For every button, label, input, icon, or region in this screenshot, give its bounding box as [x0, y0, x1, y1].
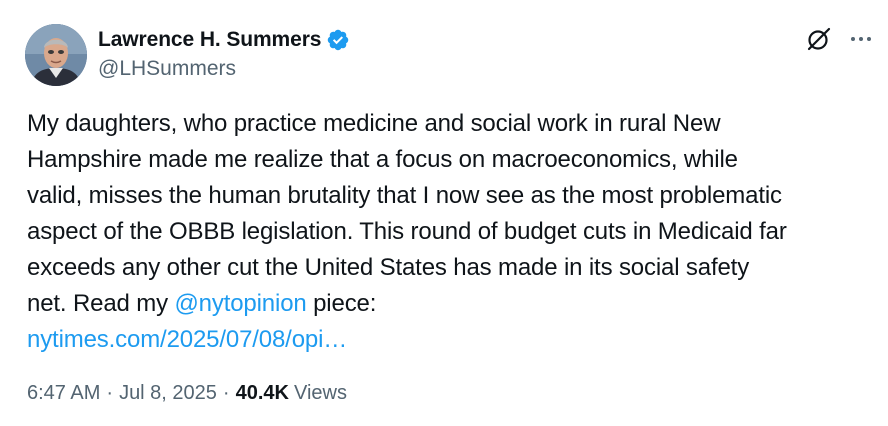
views-count: 40.4K — [235, 382, 289, 404]
tweet-text-line: My daughters, who practice medicine and … — [27, 106, 867, 142]
avatar[interactable] — [25, 24, 87, 86]
author-block: Lawrence H. Summers @LHSummers — [98, 26, 350, 81]
avatar-photo — [25, 24, 87, 86]
views-label: Views — [293, 382, 347, 404]
tweet-text-line: Hampshire made me realize that a focus o… — [27, 142, 867, 178]
display-name[interactable]: Lawrence H. Summers — [98, 28, 321, 52]
mention-link[interactable]: @nytopinion — [174, 290, 306, 317]
tweet-text-line: valid, misses the human brutality that I… — [27, 178, 867, 214]
tweet-text-segment: piece: — [306, 290, 377, 317]
tweet-text-segment: Hampshire made me realize that a focus o… — [27, 146, 738, 173]
tweet-text-line: net. Read my @nytopinion piece: — [27, 286, 867, 322]
more-options-icon[interactable] — [848, 26, 874, 52]
url-link[interactable]: nytimes.com/2025/07/08/opi… — [27, 326, 347, 353]
tweet-card: Lawrence H. Summers @LHSummers My daught… — [0, 0, 888, 426]
timestamp-date[interactable]: Jul 8, 2025 — [119, 382, 217, 405]
tweet-text-segment: My daughters, who practice medicine and … — [27, 110, 721, 137]
separator: · — [222, 382, 230, 404]
tweet-text-line: aspect of the OBBB legislation. This rou… — [27, 214, 867, 250]
top-actions — [806, 26, 874, 52]
verified-badge-icon[interactable] — [326, 28, 350, 52]
tweet-text-segment: net. Read my — [27, 290, 175, 317]
tweet-text-segment: exceeds any other cut the United States … — [27, 254, 750, 281]
tweet-text-segment: valid, misses the human brutality that I… — [27, 182, 782, 209]
tweet-text-segment: aspect of the OBBB legislation. This rou… — [27, 218, 787, 245]
name-row: Lawrence H. Summers — [98, 26, 350, 53]
grok-icon[interactable] — [806, 26, 832, 52]
separator: · — [106, 382, 114, 404]
handle[interactable]: @LHSummers — [98, 57, 350, 81]
tweet-text-line: exceeds any other cut the United States … — [27, 250, 867, 286]
timestamp-time[interactable]: 6:47 AM — [27, 382, 100, 405]
tweet-text-line: nytimes.com/2025/07/08/opi… — [27, 322, 867, 358]
tweet-text: My daughters, who practice medicine and … — [27, 106, 867, 358]
tweet-meta: 6:47 AM · Jul 8, 2025 · 40.4K Views — [27, 382, 347, 405]
